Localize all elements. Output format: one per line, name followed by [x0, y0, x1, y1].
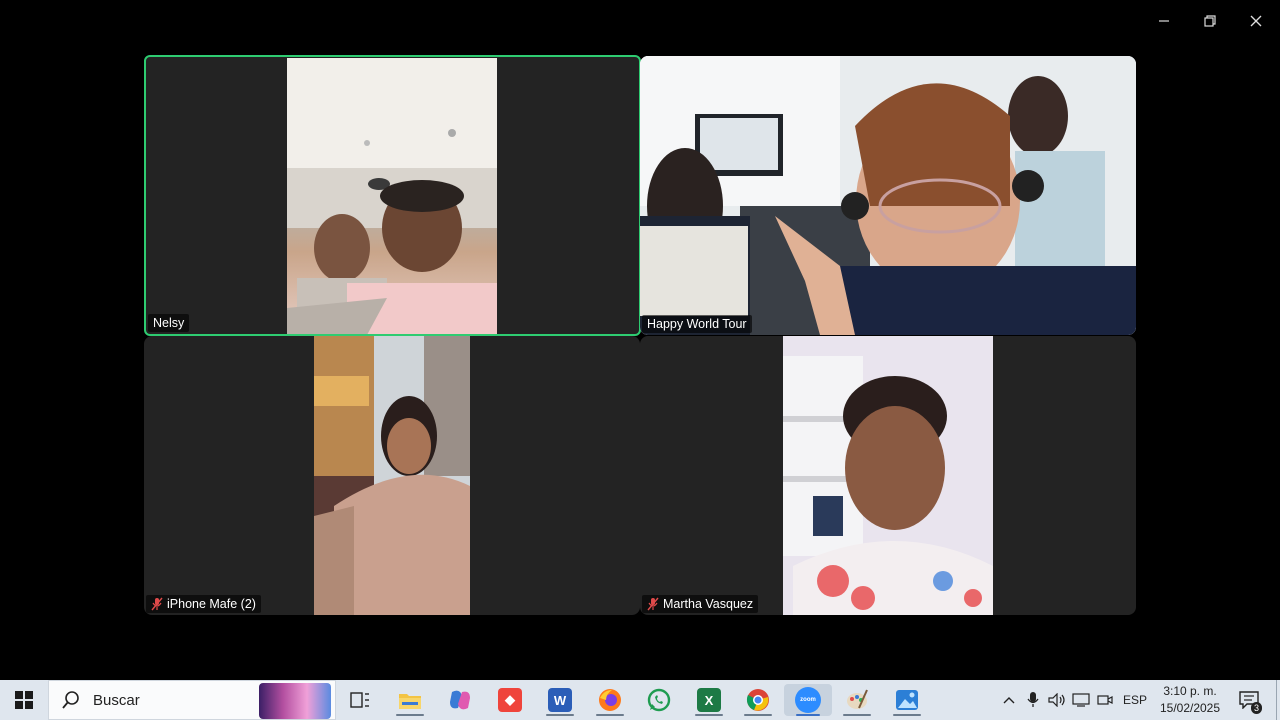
anydesk-icon: ◆ — [498, 688, 522, 712]
clock-time: 3:10 p. m. — [1163, 684, 1217, 698]
running-indicator — [796, 714, 820, 716]
close-button[interactable] — [1233, 6, 1279, 36]
taskbar-app-whatsapp[interactable] — [639, 684, 679, 716]
running-indicator — [596, 714, 624, 716]
running-indicator — [843, 714, 871, 716]
volume-tray-button[interactable] — [1046, 680, 1068, 720]
participant-name-label: Happy World Tour — [642, 315, 752, 333]
participant-name: Nelsy — [153, 316, 185, 330]
mic-muted-icon — [647, 597, 659, 611]
video-feed — [640, 56, 1136, 335]
chevron-up-icon — [1003, 697, 1015, 704]
video-tile-iphone-mafe[interactable]: iPhone Mafe (2) — [144, 336, 640, 615]
meet-now-tray-button[interactable] — [1094, 680, 1116, 720]
excel-icon: X — [697, 688, 721, 712]
search-icon — [62, 691, 79, 709]
video-tile-nelsy[interactable]: Nelsy — [144, 55, 641, 336]
chrome-icon — [746, 689, 769, 711]
minimize-button[interactable] — [1141, 6, 1187, 36]
video-frame-image — [640, 56, 1136, 335]
running-indicator — [546, 714, 574, 716]
taskbar-app-firefox[interactable] — [590, 684, 630, 716]
taskbar-app-word[interactable]: W — [540, 684, 580, 716]
task-view-icon — [350, 692, 369, 708]
running-indicator — [893, 714, 921, 716]
clock[interactable]: 3:10 p. m. 15/02/2025 — [1152, 680, 1228, 720]
network-tray-button[interactable] — [1070, 680, 1092, 720]
firefox-icon — [599, 689, 621, 711]
word-icon: W — [548, 688, 572, 712]
participant-name-label: iPhone Mafe (2) — [146, 595, 261, 613]
restore-button[interactable] — [1187, 6, 1233, 36]
restore-icon — [1204, 15, 1216, 27]
start-button[interactable] — [4, 684, 44, 716]
taskbar-app-file-explorer[interactable] — [390, 684, 430, 716]
participant-name-label: Martha Vasquez — [642, 595, 759, 613]
zoom-icon: zoom — [795, 687, 821, 713]
notifications-button[interactable]: 3 — [1232, 680, 1266, 720]
language-label: ESP — [1122, 693, 1147, 707]
network-icon — [1072, 693, 1090, 707]
video-tile-happy-world-tour[interactable]: Happy World Tour — [640, 56, 1136, 335]
taskbar-app-paint[interactable] — [837, 684, 877, 716]
whatsapp-icon — [647, 688, 671, 712]
participant-name: Martha Vasquez — [663, 597, 754, 611]
video-frame-image — [287, 58, 497, 334]
copilot-icon — [450, 690, 470, 710]
zoom-meeting-window: Nelsy Happy World Tour iPhone Mafe (2) M… — [0, 0, 1280, 680]
close-icon — [1250, 15, 1262, 27]
video-tile-martha-vasquez[interactable]: Martha Vasquez — [640, 336, 1136, 615]
running-indicator — [396, 714, 424, 716]
photos-icon — [896, 690, 918, 710]
video-feed — [314, 336, 470, 615]
taskbar-app-excel[interactable]: X — [689, 684, 729, 716]
camera-icon — [1097, 695, 1113, 705]
clock-date: 15/02/2025 — [1159, 701, 1221, 715]
participant-name-label: Nelsy — [148, 314, 190, 332]
running-indicator — [744, 714, 772, 716]
taskbar-app-copilot[interactable] — [440, 684, 480, 716]
video-frame-image — [314, 336, 470, 615]
video-feed — [783, 336, 993, 615]
speaker-icon — [1048, 693, 1065, 707]
paint-palette-icon — [847, 689, 868, 709]
show-desktop-button[interactable] — [1276, 680, 1280, 720]
video-feed — [287, 58, 497, 334]
task-view-button[interactable] — [340, 684, 380, 716]
windows-logo-icon — [15, 691, 33, 709]
participant-name: iPhone Mafe (2) — [167, 597, 256, 611]
participant-name: Happy World Tour — [647, 317, 747, 331]
minimize-icon — [1159, 20, 1169, 22]
taskbar-app-chrome[interactable] — [738, 684, 778, 716]
running-indicator — [695, 714, 723, 716]
mic-muted-icon — [151, 597, 163, 611]
show-hidden-icons-button[interactable] — [998, 680, 1020, 720]
taskbar-search-box[interactable]: Buscar — [48, 680, 336, 720]
search-placeholder: Buscar — [93, 691, 140, 709]
language-indicator[interactable]: ESP — [1118, 680, 1152, 720]
folder-icon — [399, 694, 421, 709]
taskbar-app-zoom[interactable]: zoom — [784, 684, 832, 716]
taskbar: Buscar ◆ W X zoom ESP 3:10 p. m. 15/02/2… — [0, 680, 1280, 720]
microphone-tray-button[interactable] — [1022, 680, 1044, 720]
microphone-icon — [1027, 692, 1039, 707]
notification-count-badge: 3 — [1250, 702, 1262, 714]
taskbar-app-photos[interactable] — [887, 684, 927, 716]
taskbar-app-anydesk[interactable]: ◆ — [490, 684, 530, 716]
search-highlight-image — [259, 683, 331, 719]
video-frame-image — [783, 336, 993, 615]
